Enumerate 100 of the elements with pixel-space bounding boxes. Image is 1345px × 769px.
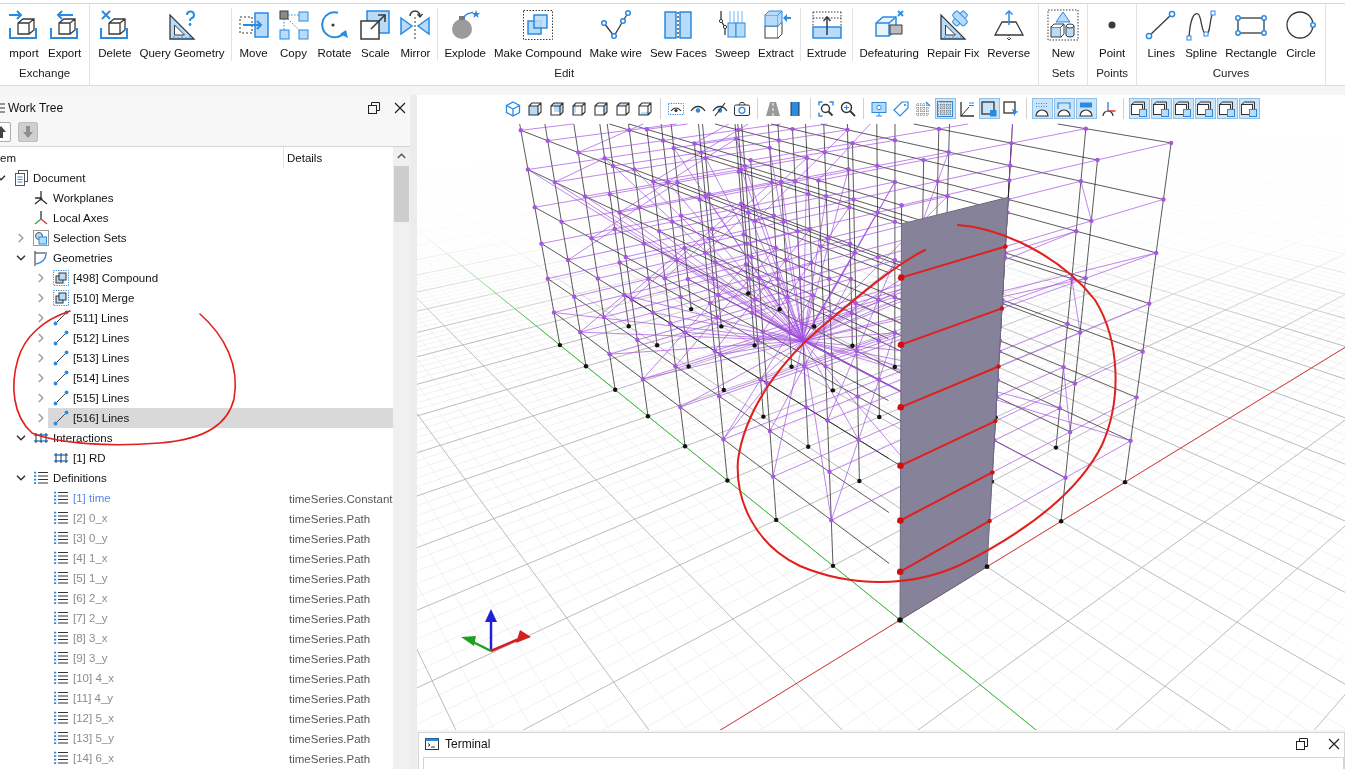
tree-item[interactable]: [11] 4_y timeSeries.Path: [48, 688, 393, 708]
ribbon-button[interactable]: Make Compound: [489, 8, 586, 61]
chevron-down-icon[interactable]: [15, 475, 26, 481]
ribbon-button[interactable]: Query Geometry: [135, 8, 229, 61]
tree-item[interactable]: Local Axes: [28, 208, 393, 228]
overlapping-squares-icon: [53, 290, 69, 306]
tree-item[interactable]: [516] Lines: [48, 408, 393, 428]
tree-item[interactable]: Workplanes: [28, 188, 393, 208]
set-square-bandage-icon: [937, 9, 970, 41]
tree-item[interactable]: [511] Lines: [48, 308, 393, 328]
tree-item[interactable]: [513] Lines: [48, 348, 393, 368]
ribbon-button[interactable]: Defeaturing: [855, 8, 923, 61]
tree-item[interactable]: Definitions: [28, 468, 393, 488]
tree-item[interactable]: [510] Merge: [48, 288, 393, 308]
angle-icon: [959, 100, 975, 117]
chevron-right-icon[interactable]: [17, 233, 24, 243]
view-toolbar-button[interactable]: [1216, 98, 1238, 119]
chevron-right-icon[interactable]: [37, 393, 44, 403]
close-icon[interactable]: [394, 101, 406, 114]
tree-item[interactable]: Selection Sets: [28, 228, 393, 248]
chevron-right-icon[interactable]: [37, 333, 44, 343]
chevron-down-icon[interactable]: [15, 255, 26, 261]
view-toolbar-button[interactable]: [1194, 98, 1216, 119]
tree-item[interactable]: [1] RD: [48, 448, 393, 468]
ribbon-button[interactable]: Mirror: [395, 8, 436, 61]
tree-item[interactable]: [498] Compound: [48, 268, 393, 288]
tree-item[interactable]: [14] 6_x timeSeries.Path: [48, 748, 393, 768]
ribbon-button[interactable]: Rotate: [313, 8, 356, 61]
ribbon-button[interactable]: Explode: [440, 8, 490, 61]
box-icon: [1241, 100, 1257, 117]
tree-item[interactable]: [1] time timeSeries.Constant: [48, 488, 393, 508]
ribbon-button[interactable]: Point: [1092, 8, 1133, 61]
ribbon-button[interactable]: Sweep: [710, 8, 754, 61]
item-label: Workplanes: [53, 192, 114, 204]
dome-icon: [1078, 100, 1094, 117]
tree-item[interactable]: [514] Lines: [48, 368, 393, 388]
tree-item[interactable]: [13] 5_y timeSeries.Path: [48, 728, 393, 748]
ribbon-button[interactable]: Export: [44, 8, 86, 61]
ribbon-button[interactable]: Make wire: [585, 8, 646, 61]
column-header[interactable]: Details: [287, 151, 323, 164]
rails-icon: [53, 450, 69, 466]
chevron-down-icon[interactable]: [15, 435, 26, 441]
tree-item[interactable]: [6] 2_x timeSeries.Path: [48, 588, 393, 608]
tree-item[interactable]: [7] 2_y timeSeries.Path: [48, 608, 393, 628]
item-details: timeSeries.Path: [289, 533, 371, 545]
tree-item[interactable]: [3] 0_y timeSeries.Path: [48, 528, 393, 548]
close-icon[interactable]: [1328, 738, 1340, 750]
ribbon-button[interactable]: Reverse: [983, 8, 1035, 61]
view-toolbar-button[interactable]: [1150, 98, 1172, 119]
ribbon-button[interactable]: Extract: [754, 8, 798, 61]
group-label: Curves: [1212, 66, 1250, 81]
ribbon-button[interactable]: Repair Fix: [922, 8, 984, 61]
restore-icon[interactable]: [1296, 738, 1308, 750]
chevron-right-icon[interactable]: [37, 273, 44, 283]
eye-crossed-icon: [712, 100, 728, 117]
view-toolbar-button[interactable]: [1128, 98, 1150, 119]
bomb-icon: [449, 9, 482, 41]
chevron-right-icon[interactable]: [37, 373, 44, 383]
tree-item[interactable]: [8] 3_x timeSeries.Path: [48, 628, 393, 648]
tree-item[interactable]: [515] Lines: [48, 388, 393, 408]
item-label: [9] 3_y: [73, 652, 108, 664]
tree-item[interactable]: [9] 3_y timeSeries.Path: [48, 648, 393, 668]
cube-icon: [571, 100, 587, 117]
tree-item[interactable]: [12] 5_x timeSeries.Path: [48, 708, 393, 728]
ribbon-button[interactable]: Rectangle: [1221, 8, 1281, 61]
tree-item[interactable]: Interactions: [28, 428, 393, 448]
tree-item[interactable]: [4] 1_x timeSeries.Path: [48, 548, 393, 568]
scrollbar-thumb[interactable]: [394, 166, 409, 222]
tree-item[interactable]: Document: [8, 168, 393, 188]
view-toolbar-button[interactable]: [1075, 98, 1097, 119]
chevron-right-icon[interactable]: [37, 353, 44, 363]
ribbon-button[interactable]: Extrude: [802, 8, 851, 61]
ribbon-button[interactable]: mport: [4, 8, 44, 61]
ribbon-button[interactable]: Scale: [355, 8, 396, 61]
view-toolbar-button[interactable]: [1172, 98, 1194, 119]
scrollbar[interactable]: [393, 147, 410, 769]
restore-icon[interactable]: [368, 101, 380, 114]
column-header[interactable]: em: [0, 151, 16, 164]
ribbon-button[interactable]: Sew Faces: [645, 8, 711, 61]
item-label: [14] 6_x: [73, 752, 114, 764]
ribbon-button[interactable]: Circle: [1280, 8, 1321, 61]
ribbon-button[interactable]: Move: [233, 8, 274, 61]
view-toolbar-button[interactable]: [1053, 98, 1075, 119]
tree-item[interactable]: Geometries: [28, 248, 393, 268]
chevron-right-icon[interactable]: [37, 313, 44, 323]
ribbon-button[interactable]: New: [1043, 8, 1084, 61]
view-toolbar-button[interactable]: [1238, 98, 1260, 119]
ribbon-button[interactable]: Copy: [273, 8, 314, 61]
view-toolbar-button[interactable]: [815, 98, 837, 119]
chevron-right-icon[interactable]: [37, 293, 44, 303]
view-toolbar-button[interactable]: [1031, 98, 1053, 119]
tree-item[interactable]: [5] 1_y timeSeries.Path: [48, 568, 393, 588]
chevron-right-icon[interactable]: [37, 413, 44, 423]
ribbon-button[interactable]: Spline: [1181, 8, 1222, 61]
ribbon-button[interactable]: Lines: [1141, 8, 1182, 61]
tree-item[interactable]: [512] Lines: [48, 328, 393, 348]
chevron-up-icon[interactable]: [397, 153, 406, 159]
tree-item[interactable]: [10] 4_x timeSeries.Path: [48, 668, 393, 688]
ribbon-button[interactable]: Delete: [94, 8, 136, 61]
tree-item[interactable]: [2] 0_x timeSeries.Path: [48, 508, 393, 528]
